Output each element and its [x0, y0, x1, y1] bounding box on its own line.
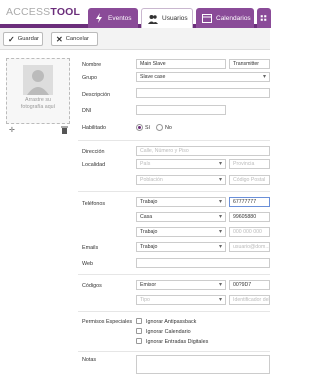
close-icon: ✕ [56, 34, 63, 44]
divider [78, 351, 270, 352]
telefono-input[interactable]: 67777777 [229, 197, 270, 207]
nombre-input[interactable]: Main Slave [136, 59, 226, 69]
emails-label: Emails [82, 245, 99, 251]
logo-access-text: ACCESS [6, 6, 51, 18]
habilitado-label: Habilitado [82, 125, 106, 131]
nombre-label: Nombre [82, 62, 102, 68]
telefono-type-select[interactable]: Casa [136, 212, 226, 222]
dni-input[interactable] [136, 105, 226, 115]
ignorar-entradas-checkbox[interactable] [136, 338, 142, 344]
dni-label: DNI [82, 108, 92, 114]
habilitado-yes-label: Sí [145, 125, 151, 131]
app-logo: ACCESSTOOL [6, 6, 80, 18]
tab-usuarios[interactable]: Usuarios [141, 8, 193, 28]
save-button[interactable]: ✓ Guardar [3, 32, 43, 46]
localidad-label: Localidad [82, 162, 106, 168]
web-label: Web [82, 261, 93, 267]
nombre-extra-input[interactable]: Transmitter [229, 59, 270, 69]
logo-tool-text: TOOL [50, 6, 81, 18]
ignorar-antipassback-checkbox[interactable] [136, 318, 142, 324]
tab-eventos-label: Eventos [108, 14, 132, 22]
codigo-type-select[interactable]: Emisor [136, 280, 226, 290]
grid-icon [260, 15, 267, 21]
direccion-input[interactable]: Calle, Número y Piso [136, 146, 270, 156]
photo-dropzone[interactable]: Arrastre su fotografía aquí [6, 58, 70, 124]
habilitado-yes-radio[interactable] [136, 124, 143, 131]
trash-icon[interactable] [61, 126, 68, 134]
ignorar-antipassback-label: Ignorar Antipassback [146, 319, 197, 325]
provincia-input[interactable]: Provincia [229, 159, 270, 169]
codigo-input[interactable]: 00?9D7 [229, 280, 270, 290]
ignorar-entradas-label: Ignorar Entradas Digitales [146, 339, 209, 345]
move-icon[interactable]: ✛ [9, 126, 15, 134]
notas-textarea[interactable] [136, 355, 270, 374]
cancel-button-label: Cancelar [65, 36, 89, 42]
save-button-label: Guardar [17, 36, 39, 42]
photo-placeholder-line2: fotografía aquí [20, 104, 56, 110]
divider [78, 274, 270, 275]
bolt-icon [96, 13, 102, 23]
telefono-input[interactable]: 000 000 000 [229, 227, 270, 237]
permisos-label: Permisos Especiales [82, 319, 133, 325]
habilitado-no-radio[interactable] [156, 124, 163, 131]
codigo-postal-input[interactable]: Código Postal [229, 175, 270, 185]
ignorar-calendario-checkbox[interactable] [136, 328, 142, 334]
tab-calendarios[interactable]: Calendarios [196, 8, 254, 28]
photo-actions: ✛ [6, 126, 70, 134]
telefono-type-select[interactable]: Trabajo [136, 227, 226, 237]
tab-more[interactable] [257, 8, 271, 28]
tab-calendarios-label: Calendarios [216, 14, 251, 22]
descripcion-input[interactable] [136, 88, 270, 98]
app-header: ACCESSTOOL Eventos Usuarios Calendarios [0, 0, 271, 28]
poblacion-select[interactable]: Población [136, 175, 226, 185]
ignorar-calendario-label: Ignorar Calendario [146, 329, 191, 335]
notas-label: Notas [82, 357, 97, 363]
tab-eventos[interactable]: Eventos [88, 8, 138, 28]
pais-select[interactable]: País [136, 159, 226, 169]
descripcion-label: Descripción [82, 92, 111, 98]
grupo-label: Grupo [82, 75, 97, 81]
grupo-select[interactable]: Slave case [136, 72, 270, 82]
tab-usuarios-label: Usuarios [162, 15, 188, 22]
users-icon [148, 14, 158, 24]
cancel-button[interactable]: ✕ Cancelar [51, 32, 98, 46]
codigo-input[interactable]: Identificador del... [229, 295, 270, 305]
user-silhouette-icon [23, 65, 53, 95]
check-icon: ✓ [8, 34, 15, 44]
codigos-label: Códigos [82, 283, 102, 289]
habilitado-no-label: No [165, 125, 172, 131]
divider [78, 311, 270, 312]
telefono-type-select[interactable]: Trabajo [136, 197, 226, 207]
photo-placeholder: Arrastre su fotografía aquí [21, 97, 55, 111]
divider [78, 140, 270, 141]
direccion-label: Dirección [82, 149, 105, 155]
photo-placeholder-line1: Arrastre su [25, 97, 51, 103]
codigo-type-select[interactable]: Tipo [136, 295, 226, 305]
email-type-select[interactable]: Trabajo [136, 242, 226, 252]
toolbar: ✓ Guardar ✕ Cancelar [0, 28, 270, 50]
telefono-input[interactable]: 99605880 [229, 212, 270, 222]
email-input[interactable]: usuario@dom... [229, 242, 270, 252]
telefonos-label: Teléfonos [82, 201, 106, 207]
web-input[interactable] [136, 258, 270, 268]
calendar-icon [202, 14, 212, 23]
divider [78, 191, 270, 192]
